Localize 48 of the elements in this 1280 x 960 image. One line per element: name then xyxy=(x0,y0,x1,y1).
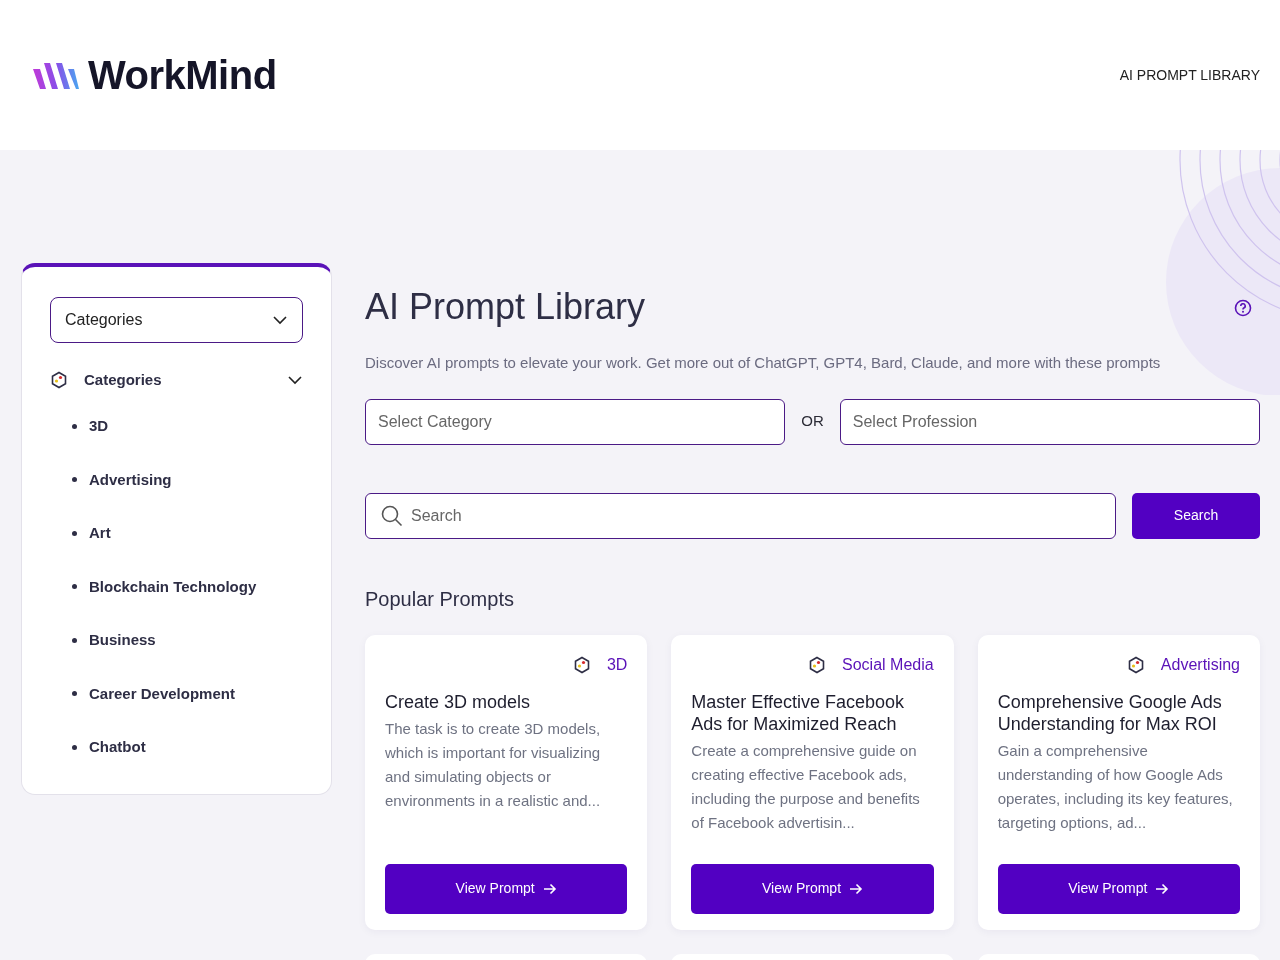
help-icon[interactable] xyxy=(1234,298,1252,317)
card-description: The task is to create 3D models, which is important for visualizing and simulating objects or environments in a realistic and... xyxy=(385,718,602,811)
bullet-icon xyxy=(72,691,77,697)
category-label: Advertising xyxy=(1160,654,1240,675)
chevron-down-icon xyxy=(272,313,288,327)
view-prompt-button[interactable]: View Prompt xyxy=(691,863,934,914)
card-title: Create 3D models xyxy=(385,690,532,713)
bullet-icon xyxy=(72,637,77,643)
bullet-icon xyxy=(72,584,77,590)
category-link[interactable]: Art xyxy=(89,522,111,545)
arrow-right-icon xyxy=(849,881,864,896)
nav-link[interactable]: AI PROMPT LIBRARY xyxy=(1119,64,1260,86)
category-link[interactable]: Advertising xyxy=(89,468,172,491)
section-title: Popular Prompts xyxy=(365,586,515,611)
category-link[interactable]: 3D xyxy=(89,415,109,438)
profession-select-field[interactable]: Select Profession xyxy=(839,398,1260,445)
view-prompt-button[interactable]: View Prompt xyxy=(385,863,628,914)
category-icon xyxy=(1126,655,1145,674)
category-accordion-header[interactable]: Categories xyxy=(50,369,303,392)
category-label: 3D xyxy=(606,654,628,675)
category-icon xyxy=(808,655,827,674)
category-select-field[interactable]: Select Category xyxy=(365,398,786,445)
card-description: Gain a comprehensive understanding of how Google Ads operates, including its key features, targeting options, ad... xyxy=(997,740,1234,833)
bullet-icon xyxy=(72,744,77,750)
view-prompt-button[interactable]: View Prompt xyxy=(997,863,1240,914)
bullet-icon xyxy=(72,477,77,483)
category-icon xyxy=(50,371,68,390)
page-title: AI Prompt Library xyxy=(365,285,646,329)
bullet-icon xyxy=(72,530,77,536)
search-icon xyxy=(381,504,403,527)
search-button[interactable]: Search xyxy=(1132,492,1260,539)
category-link[interactable]: Blockchain Technology xyxy=(89,575,257,598)
arrow-right-icon xyxy=(1155,881,1170,896)
page-subtitle: Discover AI prompts to elevate your work. Get more out of ChatGPT, GPT4, Bard, Claude, and more with these prompts xyxy=(365,353,1162,374)
arrow-right-icon xyxy=(542,881,557,896)
category-icon xyxy=(572,655,591,674)
search-field[interactable]: Search xyxy=(365,492,1116,539)
bullet-icon xyxy=(72,423,77,429)
category-dropdown[interactable]: Categories xyxy=(50,297,303,343)
or-label: OR xyxy=(801,411,824,432)
category-label: Social Media xyxy=(842,654,934,675)
category-link[interactable]: Career Development xyxy=(89,682,235,705)
category-link[interactable]: Chatbot xyxy=(89,736,146,759)
card-description: Create a comprehensive guide on creating effective Facebook ads, including the purpose and benefits of Facebook advertisin... xyxy=(691,740,921,833)
card-title: Comprehensive Google Ads Understanding for Max ROI xyxy=(997,690,1223,735)
card-title: Master Effective Facebook Ads for Maximized Reach xyxy=(691,690,906,735)
category-link[interactable]: Business xyxy=(89,629,156,652)
brand-name: WorkMind xyxy=(88,52,277,99)
